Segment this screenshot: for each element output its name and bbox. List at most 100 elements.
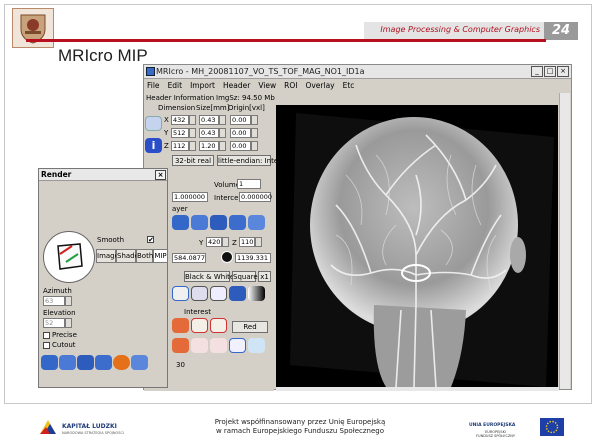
multislice-icon[interactable] (191, 286, 208, 301)
size-z-spinner[interactable] (219, 141, 226, 151)
mricro-app-icon (146, 67, 155, 76)
page-number: 24 (544, 22, 578, 40)
menu-bar: File Edit Import Header View ROI Overlay… (144, 80, 571, 92)
contrast-min-field[interactable]: 584.0877 (172, 253, 206, 263)
maximize-button[interactable]: □ (544, 66, 556, 77)
coord-z-spinner[interactable] (255, 237, 262, 247)
menu-edit[interactable]: Edit (168, 80, 183, 92)
precise-checkbox[interactable] (43, 332, 50, 339)
header-band: Image Processing & Computer Graphics 24 (364, 22, 578, 40)
coord-y-spinner[interactable] (222, 237, 229, 247)
render-front-icon[interactable] (77, 355, 94, 370)
coord-y-field[interactable]: 420 (206, 237, 222, 247)
menu-file[interactable]: File (147, 80, 160, 92)
azimuth-spinner[interactable] (65, 296, 72, 306)
magnifier-icon[interactable] (229, 338, 246, 353)
roi-erase-icon[interactable] (172, 338, 189, 353)
origin-x-spinner[interactable] (251, 115, 258, 125)
menu-roi[interactable]: ROI (284, 80, 297, 92)
render-window: Render × Smooth ✔ Image Shade Both MIP A… (38, 168, 168, 388)
menu-header[interactable]: Header (223, 80, 250, 92)
tab-both[interactable]: Both (136, 249, 153, 263)
close-button[interactable]: × (557, 66, 569, 77)
size-z-field[interactable]: 1.20 (199, 141, 219, 151)
precise-label: Precise (52, 331, 77, 339)
menu-import[interactable]: Import (190, 80, 215, 92)
display-icon[interactable] (229, 286, 246, 301)
brain-view-icon[interactable] (172, 215, 189, 230)
smooth-checkbox[interactable]: ✔ (147, 236, 154, 244)
tab-image[interactable]: Image (96, 249, 119, 263)
roi-stamp-icon[interactable] (210, 338, 227, 353)
smooth-label: Smooth (97, 236, 125, 244)
dim-y-field[interactable]: 512 (171, 128, 189, 138)
mip-image-view[interactable] (276, 105, 558, 387)
render-top-icon[interactable] (131, 355, 148, 370)
roi-brush-icon[interactable] (191, 338, 208, 353)
window-titlebar[interactable]: MRIcro - MH_20081107_VO_TS_TOF_MAG_NO1_I… (144, 65, 571, 79)
roi-draw-icon[interactable] (191, 318, 208, 333)
size-x-spinner[interactable] (219, 115, 226, 125)
size-x-field[interactable]: 0.43 (199, 115, 219, 125)
elevation-spinner[interactable] (65, 318, 72, 328)
render-preview[interactable] (43, 231, 95, 283)
volumes-field[interactable]: 1 (237, 179, 261, 189)
menu-view[interactable]: View (258, 80, 276, 92)
roi-fill-icon[interactable] (210, 318, 227, 333)
origin-x-field[interactable]: 0.00 (230, 115, 251, 125)
contrast-icon[interactable] (221, 251, 233, 263)
slice-grid-icon[interactable] (210, 286, 227, 301)
size-y-spinner[interactable] (219, 128, 226, 138)
render-back-icon[interactable] (95, 355, 112, 370)
brain-render-icon[interactable] (248, 215, 265, 230)
horizontal-scrollbar[interactable] (276, 387, 559, 391)
info-icon[interactable]: i (145, 138, 162, 153)
render-left-icon[interactable] (41, 355, 58, 370)
eu-flag-icon (540, 418, 564, 436)
open-image-icon[interactable] (145, 116, 162, 131)
layout-icon[interactable] (172, 286, 189, 301)
origin-z-spinner[interactable] (251, 141, 258, 151)
dim-z-spinner[interactable] (189, 141, 196, 151)
origin-y-spinner[interactable] (251, 128, 258, 138)
azimuth-field[interactable]: 63 (43, 296, 65, 306)
size-y-field[interactable]: 0.43 (199, 128, 219, 138)
origin-y-field[interactable]: 0.00 (230, 128, 251, 138)
brain-coronal-icon[interactable] (210, 215, 227, 230)
eu-subtitle: EUROPEJSKI FUNDUSZ SPOŁECZNY (476, 430, 515, 438)
datatype-button[interactable]: 32-bit real (172, 155, 214, 166)
dim-y-spinner[interactable] (189, 128, 196, 138)
dim-z-field[interactable]: 112 (171, 141, 189, 151)
coord-z-field[interactable]: 110 (239, 237, 255, 247)
endian-button[interactable]: little-endian: Intel (217, 155, 280, 166)
roi-color-button[interactable]: Red (232, 321, 268, 333)
render-color-icon[interactable] (113, 355, 130, 370)
render-close-button[interactable]: × (155, 170, 166, 180)
axis-x-label: X (164, 116, 169, 124)
drop-icon[interactable] (248, 338, 265, 353)
color-scheme-button[interactable]: Black & White (184, 271, 234, 282)
menu-etc[interactable]: Etc (343, 80, 355, 92)
origin-z-field[interactable]: 0.00 (230, 141, 251, 151)
tab-shade[interactable]: Shade (116, 249, 139, 263)
brain-sagittal-icon[interactable] (191, 215, 208, 230)
brain-axial-icon[interactable] (229, 215, 246, 230)
vertical-scrollbar[interactable] (559, 93, 570, 389)
dim-x-spinner[interactable] (189, 115, 196, 125)
contrast-max-field[interactable]: 1139.331 (235, 253, 271, 263)
dim-x-field[interactable]: 432 (171, 115, 189, 125)
scale-field[interactable]: 1.000000 (172, 192, 208, 202)
render-titlebar[interactable]: Render × (39, 169, 167, 181)
pencil-icon[interactable] (172, 318, 189, 333)
intercept-field[interactable]: 0.000000 (239, 192, 272, 202)
minimize-button[interactable]: _ (531, 66, 543, 77)
zoom-button[interactable]: x1 (258, 271, 271, 282)
slide-title: MRIcro MIP (58, 46, 148, 65)
cutout-checkbox[interactable] (43, 342, 50, 349)
render-right-icon[interactable] (59, 355, 76, 370)
elevation-field[interactable]: 52 (43, 318, 65, 328)
tab-mip[interactable]: MIP (153, 249, 168, 263)
square-button[interactable]: Square (232, 271, 258, 282)
menu-overlay[interactable]: Overlay (305, 80, 334, 92)
gradient-icon[interactable] (248, 286, 265, 301)
